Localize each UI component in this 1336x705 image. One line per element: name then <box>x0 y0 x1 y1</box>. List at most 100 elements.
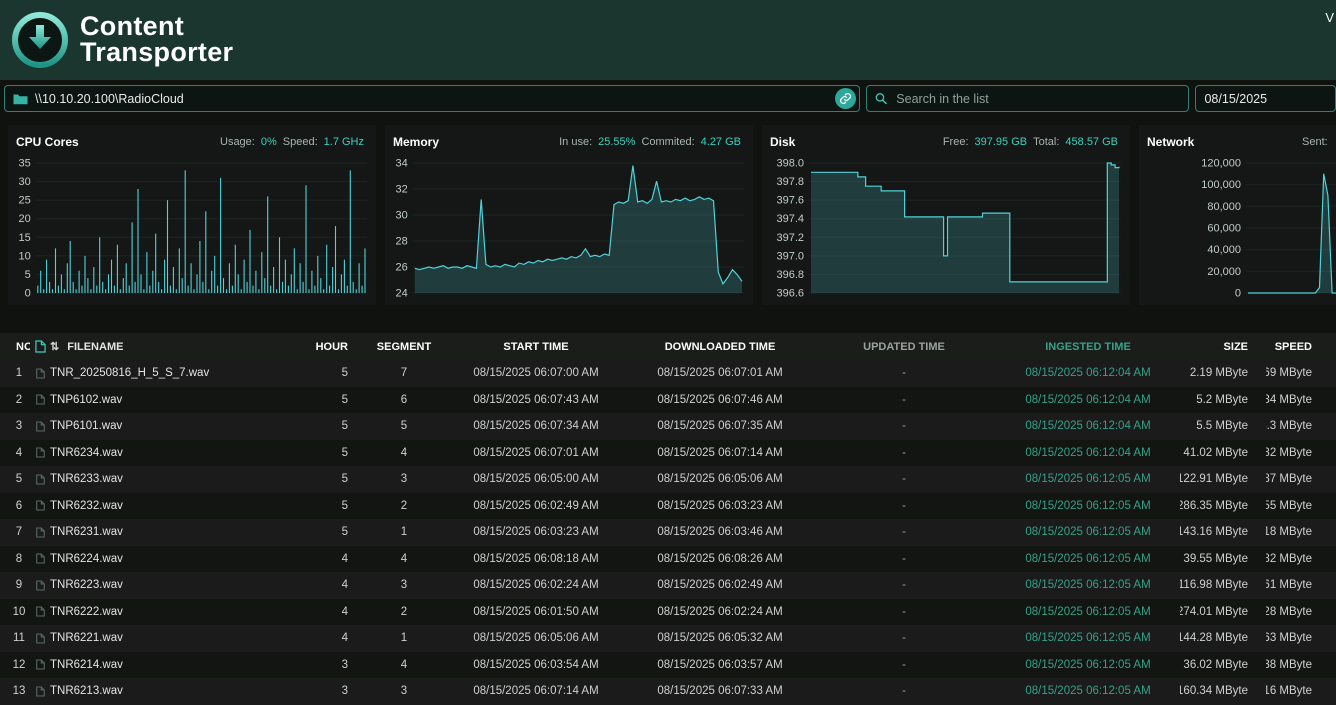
file-icon <box>35 368 45 379</box>
table-row[interactable]: 7 TNR6231.wav 5 1 08/15/2025 06:03:23 AM 08/1… <box>0 519 1336 546</box>
stat-value: 458.57 GB <box>1065 136 1118 148</box>
app-logo: Content Transporter <box>10 10 233 70</box>
row-number: 12 <box>12 658 26 671</box>
network-path-text: \\10.10.20.100\RadioCloud <box>35 91 184 106</box>
header-hour[interactable]: HOUR <box>308 333 364 360</box>
table-row[interactable]: 1 TNR_20250816_H_5_S_7.wav 5 7 08/15/2025 06… <box>0 360 1336 387</box>
table-row[interactable]: 13 TNR6213.wav 3 3 08/15/2025 06:07:14 AM 08/… <box>0 678 1336 705</box>
svg-text:20,000: 20,000 <box>1207 266 1241 278</box>
updated-time-cell: - <box>902 393 906 406</box>
speed-cell: 1.84 MByte <box>1266 393 1312 406</box>
start-time-cell: 08/15/2025 06:07:14 AM <box>473 685 599 698</box>
speed-cell: 8.55 MByte <box>1266 499 1312 512</box>
search-input[interactable] <box>894 90 1181 107</box>
segment-cell: 5 <box>400 420 408 433</box>
header-downloaded-time[interactable]: DOWNLOADED TIME <box>628 333 812 360</box>
connect-button[interactable] <box>835 88 857 109</box>
network-path-input[interactable]: \\10.10.20.100\RadioCloud <box>4 85 861 112</box>
cpu-panel-stats: Usage: 0% Speed: 1.7 GHz <box>220 136 364 148</box>
app-title: Content Transporter <box>80 11 234 67</box>
table-row[interactable]: 4 TNR6234.wav 5 4 08/15/2025 06:07:01 AM 08/1… <box>0 439 1336 466</box>
network-panel: Network Sent: 120,000 100,000 80,000 60,000… <box>1139 125 1336 305</box>
start-time-cell: 08/15/2025 06:03:54 AM <box>473 658 599 671</box>
size-cell: 41.02 MByte <box>1183 446 1248 459</box>
header-file-type[interactable] <box>30 333 50 360</box>
row-number: 10 <box>12 605 26 618</box>
cpu-panel: CPU Cores Usage: 0% Speed: 1.7 GHz 35 30 2… <box>8 125 376 305</box>
svg-text:397.6: 397.6 <box>776 195 804 207</box>
filename-cell: TNR6214.wav <box>50 658 123 671</box>
svg-text:396.6: 396.6 <box>776 288 804 300</box>
table-row[interactable]: 3 TNP6101.wav 5 5 08/15/2025 06:07:34 AM 08/1… <box>0 413 1336 440</box>
ingested-time-cell: 08/15/2025 06:12:05 AM <box>1025 605 1151 618</box>
header-size[interactable]: SIZE <box>1180 333 1266 360</box>
header-filename[interactable]: ⇅ FILENAME <box>50 333 308 360</box>
ingested-time-cell: 08/15/2025 06:12:04 AM <box>1025 367 1151 380</box>
filename-cell: TNR_20250816_H_5_S_7.wav <box>50 367 210 380</box>
svg-text:25: 25 <box>19 195 31 207</box>
file-icon <box>35 447 45 458</box>
segment-cell: 4 <box>400 552 408 565</box>
file-icon-cell <box>30 678 50 705</box>
memory-panel-stats: In use: 25.55% Commited: 4.27 GB <box>559 136 741 148</box>
table-row[interactable]: 12 TNR6214.wav 3 4 08/15/2025 06:03:54 AM 08/… <box>0 651 1336 678</box>
memory-chart: 34 32 30 28 26 24 <box>396 158 744 300</box>
hour-cell: 3 <box>341 685 348 698</box>
start-time-cell: 08/15/2025 06:02:24 AM <box>473 579 599 592</box>
filename-cell: TNR6233.wav <box>50 473 123 486</box>
speed-cell: 1.69 MByte <box>1266 367 1312 380</box>
network-panel-stats: Sent: <box>1302 136 1328 148</box>
header-ingested-time[interactable]: INGESTED TIME <box>996 333 1180 360</box>
filename-cell: TNR6232.wav <box>50 499 123 512</box>
network-chart: 120,000 100,000 80,000 60,000 40,000 20,000 0 <box>1201 158 1336 300</box>
speed-cell: 5.63 MByte <box>1266 632 1312 645</box>
downloaded-time-cell: 08/15/2025 06:07:14 AM <box>657 446 783 459</box>
row-number: 1 <box>15 367 23 380</box>
search-box[interactable] <box>866 85 1190 112</box>
svg-text:60,000: 60,000 <box>1207 223 1241 235</box>
segment-cell: 7 <box>400 367 408 380</box>
table-body: 1 TNR_20250816_H_5_S_7.wav 5 7 08/15/2025 06… <box>0 360 1336 705</box>
table-row[interactable]: 6 TNR6232.wav 5 2 08/15/2025 06:02:49 AM 08/1… <box>0 492 1336 520</box>
size-cell: 2.19 MByte <box>1189 367 1248 380</box>
stat-label: Sent: <box>1302 136 1328 148</box>
file-icon-cell <box>30 493 50 520</box>
svg-text:35: 35 <box>19 158 31 170</box>
downloaded-time-cell: 08/15/2025 06:08:26 AM <box>657 552 783 565</box>
svg-text:120,000: 120,000 <box>1201 158 1241 170</box>
row-number: 5 <box>15 473 23 486</box>
disk-panel-stats: Free: 397.95 GB Total: 458.57 GB <box>943 136 1118 148</box>
downloaded-time-cell: 08/15/2025 06:07:46 AM <box>657 393 783 406</box>
header-updated-time[interactable]: UPDATED TIME <box>812 333 996 360</box>
link-icon <box>840 93 852 104</box>
row-number: 3 <box>15 420 23 433</box>
table-row[interactable]: 8 TNR6224.wav 4 4 08/15/2025 06:08:18 AM 08/1… <box>0 545 1336 572</box>
updated-time-cell: - <box>902 658 906 671</box>
header-segment[interactable]: SEGMENT <box>364 333 444 360</box>
filename-cell: TNR6231.wav <box>50 526 123 539</box>
table-row[interactable]: 9 TNR6223.wav 4 3 08/15/2025 06:02:24 AM 08/1… <box>0 572 1336 599</box>
table-row[interactable]: 2 TNP6102.wav 5 6 08/15/2025 06:07:43 AM 08/1… <box>0 386 1336 413</box>
svg-text:20: 20 <box>19 213 31 225</box>
header-speed[interactable]: SPEED <box>1266 333 1336 360</box>
table-row[interactable]: 5 TNR6233.wav 5 3 08/15/2025 06:05:00 AM 08/1… <box>0 466 1336 493</box>
start-time-cell: 08/15/2025 06:01:50 AM <box>473 605 599 618</box>
header-no[interactable]: NO <box>0 333 30 360</box>
disk-panel: Disk Free: 397.95 GB Total: 458.57 GB 39… <box>762 125 1130 305</box>
svg-text:24: 24 <box>396 288 408 300</box>
file-icon-cell <box>30 625 50 652</box>
speed-cell: 4.82 MByte <box>1266 552 1312 565</box>
table-header: NO ⇅ FILENAME HOUR SEGMENT START TIME DO… <box>0 333 1336 360</box>
row-number: 7 <box>15 526 23 539</box>
app-header: Content Transporter V <box>0 0 1336 80</box>
updated-time-cell: - <box>902 579 906 592</box>
table-row[interactable]: 10 TNR6222.wav 4 2 08/15/2025 06:01:50 AM 08/… <box>0 598 1336 625</box>
sort-icon[interactable]: ⇅ <box>50 340 59 353</box>
table-row[interactable]: 11 TNR6221.wav 4 1 08/15/2025 06:05:06 AM 08/… <box>0 625 1336 652</box>
size-cell: 5.5 MByte <box>1196 420 1248 433</box>
header-start-time[interactable]: START TIME <box>444 333 628 360</box>
ingested-time-cell: 08/15/2025 06:12:05 AM <box>1025 473 1151 486</box>
ingested-time-cell: 08/15/2025 06:12:04 AM <box>1025 446 1151 459</box>
stat-value: 0% <box>260 136 277 148</box>
date-input[interactable]: 08/15/2025 <box>1195 85 1336 112</box>
